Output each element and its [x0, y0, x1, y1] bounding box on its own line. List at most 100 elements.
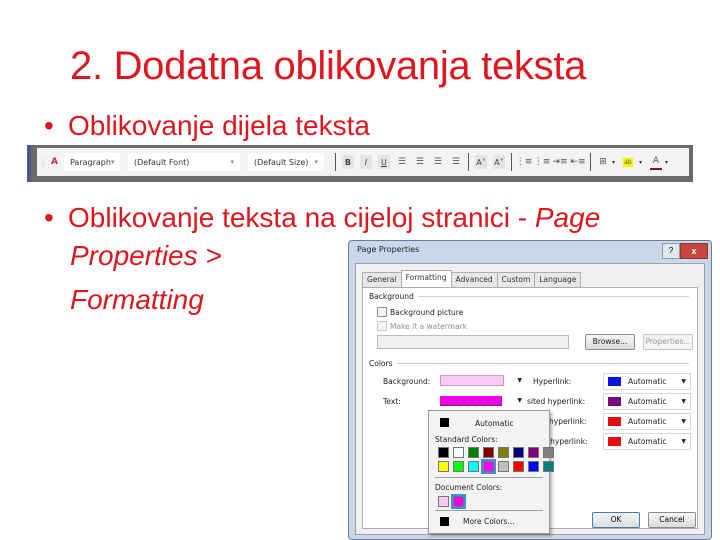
- more-colors-swatch: [440, 517, 449, 526]
- italic-button[interactable]: I: [359, 155, 372, 169]
- size-select[interactable]: (Default Size) ▾: [247, 153, 324, 171]
- borders-icon[interactable]: ⊞: [597, 155, 609, 169]
- chevron-down-icon: ▼: [681, 418, 686, 425]
- automatic-option[interactable]: Automatic: [475, 419, 513, 428]
- color-swatch[interactable]: [468, 461, 479, 472]
- decrease-indent-icon[interactable]: ⇥≡: [552, 155, 567, 169]
- formatting-toolbar: ⋮ A Paragraph ▾ (Default Font) ▾ (Defaul…: [27, 145, 693, 182]
- paragraph-select[interactable]: Paragraph ▾: [63, 153, 120, 171]
- font-select[interactable]: (Default Font) ▾: [127, 153, 240, 171]
- select-value: Automatic: [628, 397, 667, 406]
- divider: [435, 477, 543, 478]
- hyperlink-label: Hyperlink:: [533, 377, 572, 386]
- align-left-icon[interactable]: ☰: [396, 155, 408, 169]
- color-swatch[interactable]: [468, 447, 479, 458]
- background-picture-checkbox[interactable]: Background picture: [377, 307, 463, 317]
- tab-custom[interactable]: Custom: [496, 272, 536, 287]
- chevron-down-icon[interactable]: ▾: [639, 159, 642, 166]
- chevron-down-icon: ▼: [517, 397, 522, 404]
- color-swatch[interactable]: [481, 459, 496, 474]
- visited-hyperlink-label: sited hyperlink:: [527, 397, 586, 406]
- shrink-font-icon[interactable]: A˅: [492, 155, 505, 169]
- select-value: Automatic: [628, 437, 667, 446]
- chevron-down-icon: ▼: [681, 438, 686, 445]
- background-color-select[interactable]: ▼: [436, 373, 526, 388]
- justify-icon[interactable]: ☰: [450, 155, 462, 169]
- background-group-label: Background: [369, 292, 414, 301]
- font-color-icon[interactable]: A: [650, 154, 662, 170]
- chevron-down-icon[interactable]: ▾: [612, 159, 615, 166]
- color-swatch[interactable]: [438, 496, 449, 507]
- background-color-swatch: [440, 375, 504, 386]
- style-icon[interactable]: A: [51, 157, 58, 167]
- colors-group-label: Colors: [369, 359, 393, 368]
- browse-button[interactable]: Browse...: [585, 334, 635, 350]
- bullet-1-text: Oblikovanje dijela teksta: [68, 110, 370, 141]
- text-color-select[interactable]: ▼: [436, 393, 526, 408]
- toolbar-grip: ⋮: [39, 157, 47, 167]
- select-value: Automatic: [628, 417, 667, 426]
- standard-colors-label: Standard Colors:: [435, 435, 498, 444]
- visited-hyperlink-color-select[interactable]: Automatic ▼: [603, 393, 691, 410]
- document-colors-row: [438, 494, 468, 509]
- more-colors-option[interactable]: More Colors...: [463, 517, 515, 526]
- active-hyperlink-label: hyperlink:: [549, 417, 587, 426]
- tab-advanced[interactable]: Advanced: [450, 272, 498, 287]
- color-swatch[interactable]: [528, 461, 539, 472]
- help-button[interactable]: ?: [662, 243, 680, 259]
- color-swatch[interactable]: [451, 494, 466, 509]
- chevron-down-icon[interactable]: ▾: [665, 159, 668, 166]
- tab-formatting[interactable]: Formatting: [400, 270, 452, 287]
- ok-button[interactable]: OK: [592, 512, 640, 528]
- size-select-value: (Default Size): [253, 157, 309, 167]
- checkbox-box: [377, 307, 387, 317]
- font-select-value: (Default Font): [133, 157, 190, 167]
- bullet-symbol: •: [44, 202, 54, 233]
- color-swatch[interactable]: [453, 461, 464, 472]
- properties-button[interactable]: Properties...: [643, 334, 693, 350]
- color-swatch[interactable]: [483, 447, 494, 458]
- background-picture-label: Background picture: [390, 307, 464, 317]
- highlight-icon[interactable]: ab: [622, 157, 633, 167]
- watermark-label: Make it a watermark: [390, 321, 468, 331]
- bullet-list-icon[interactable]: ⋮≡: [534, 155, 551, 169]
- color-swatch[interactable]: [438, 461, 449, 472]
- align-center-icon[interactable]: ☰: [414, 155, 426, 169]
- background-picture-path[interactable]: [377, 335, 569, 349]
- standard-colors-row-1: [438, 447, 558, 458]
- bold-button[interactable]: B: [341, 155, 354, 169]
- color-swatch[interactable]: [543, 461, 554, 472]
- align-right-icon[interactable]: ☰: [432, 155, 444, 169]
- color-swatch: [608, 397, 621, 406]
- color-swatch[interactable]: [513, 447, 524, 458]
- grow-font-icon[interactable]: A˄: [474, 155, 487, 169]
- chevron-down-icon: ▾: [110, 158, 115, 166]
- watermark-checkbox[interactable]: Make it a watermark: [377, 321, 467, 331]
- color-swatch[interactable]: [438, 447, 449, 458]
- color-swatch[interactable]: [543, 447, 554, 458]
- color-picker-popup: Automatic Standard Colors: Document Colo…: [428, 410, 554, 534]
- tab-general[interactable]: General: [362, 272, 402, 287]
- increase-indent-icon[interactable]: ⇤≡: [570, 155, 585, 169]
- color-swatch[interactable]: [498, 447, 509, 458]
- cancel-button[interactable]: Cancel: [648, 512, 696, 528]
- tab-language[interactable]: Language: [534, 272, 582, 287]
- color-swatch[interactable]: [513, 461, 524, 472]
- bullet-2: • Oblikovanje teksta na cijeloj stranici …: [44, 202, 600, 234]
- standard-colors-row-2: [438, 459, 558, 474]
- hovered-hyperlink-color-select[interactable]: Automatic ▼: [603, 433, 691, 450]
- separator: [589, 153, 591, 171]
- close-button[interactable]: x: [680, 243, 708, 259]
- hyperlink-color-select[interactable]: Automatic ▼: [603, 373, 691, 390]
- underline-button[interactable]: U: [377, 155, 390, 169]
- chevron-down-icon: ▼: [681, 398, 686, 405]
- chevron-down-icon: ▼: [517, 377, 522, 384]
- bullet-2-italic: Page: [534, 202, 601, 233]
- colors-group: Colors: [369, 359, 689, 368]
- color-swatch[interactable]: [453, 447, 464, 458]
- color-swatch[interactable]: [498, 461, 509, 472]
- color-swatch[interactable]: [528, 447, 539, 458]
- numbered-list-icon[interactable]: ⋮≡: [516, 155, 533, 169]
- active-hyperlink-color-select[interactable]: Automatic ▼: [603, 413, 691, 430]
- bullet-symbol: •: [44, 110, 54, 141]
